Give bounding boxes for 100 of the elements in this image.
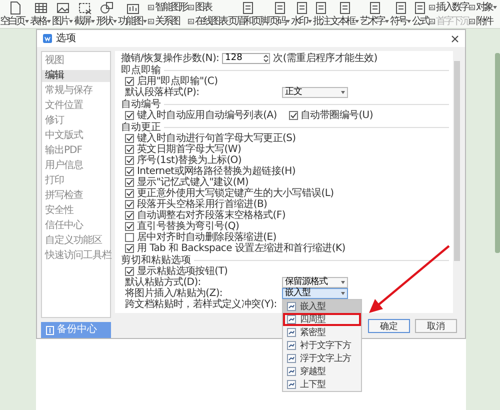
field-label: 默认段落样式(P): <box>125 87 200 98</box>
dropdown-option[interactable]: 穿越型 <box>283 365 361 378</box>
checkbox[interactable] <box>125 77 134 86</box>
wrap-layout-icon <box>287 328 296 337</box>
table-icon <box>34 1 48 15</box>
nav-item[interactable]: 安全性 <box>42 205 110 217</box>
toolbar-button[interactable]: 文本框 <box>330 0 359 28</box>
section-heading: 自动更正 <box>121 122 161 133</box>
dropdown-option[interactable]: 四周型 <box>283 313 361 326</box>
caret-icon <box>355 20 359 23</box>
dropdown-option[interactable]: 上下型 <box>283 378 361 391</box>
spin-arrows-icon[interactable] <box>263 54 270 63</box>
toolbar-button[interactable]: 功能图 <box>118 0 147 28</box>
checkbox[interactable] <box>288 111 298 120</box>
app-icon <box>43 34 52 43</box>
dropdown[interactable]: 保留源格式 <box>282 277 348 288</box>
option-label: 序号(1st)替换为上标(O) <box>137 155 242 166</box>
checkbox[interactable] <box>125 233 134 242</box>
backup-icon <box>46 326 54 334</box>
toolbar-button[interactable]: 关系图 <box>148 16 187 26</box>
nav-item[interactable]: 用户信息 <box>42 160 110 172</box>
small-chart-icon <box>148 18 154 24</box>
checkbox[interactable] <box>125 156 134 165</box>
nav-item[interactable]: 拼写检查 <box>42 190 110 202</box>
spin-field[interactable]: 128 <box>222 53 270 64</box>
dropdown[interactable]: 正文 <box>282 87 348 98</box>
option-label: 显示"记忆式键入"建议(M) <box>137 177 248 188</box>
nav-item[interactable]: 输出PDF <box>42 145 110 157</box>
dialog-button[interactable]: 确定 <box>368 319 410 333</box>
checkbox[interactable] <box>125 134 134 143</box>
toolbar-button[interactable]: 形状 <box>96 0 117 28</box>
dialog-button[interactable]: 取消 <box>415 319 457 333</box>
close-icon[interactable] <box>451 34 459 42</box>
window-title: 选项 <box>56 33 77 44</box>
wrap-layout-icon <box>287 302 296 311</box>
nav-item[interactable]: 打印 <box>42 175 110 187</box>
toolbar-button[interactable]: 在线图表 <box>188 16 227 26</box>
document-icon <box>294 1 308 15</box>
caret-icon <box>69 20 73 23</box>
nav-item[interactable]: 视图 <box>42 55 110 67</box>
option-label: 居中对齐时自动删除段落缩进(E) <box>137 232 276 243</box>
small-chart-icon <box>188 4 194 10</box>
dropdown-option[interactable]: 衬于文字下方 <box>283 339 361 352</box>
toolbar-button[interactable]: 表格 <box>30 0 51 28</box>
checkbox[interactable] <box>125 111 134 120</box>
nav-item[interactable]: 信任中心 <box>42 220 110 232</box>
chart-board-icon <box>126 1 140 15</box>
checkbox[interactable] <box>125 167 134 176</box>
nav-item[interactable]: 中文版式 <box>42 130 110 142</box>
nav-item[interactable]: 自定义功能区 <box>42 235 110 247</box>
checkbox[interactable] <box>125 222 134 231</box>
toolbar-button[interactable]: 页码 <box>269 0 290 28</box>
dropdown-option[interactable]: 嵌入型 <box>283 300 361 313</box>
toolbar-button[interactable]: 附件 <box>469 16 497 26</box>
toolbar-button[interactable]: 截屏 <box>74 0 95 28</box>
document-icon <box>338 1 352 15</box>
checkbox[interactable] <box>125 145 134 154</box>
toolbar-button[interactable]: 页眉和页脚 <box>228 0 268 28</box>
toolbar-button[interactable]: 公式 <box>412 0 428 28</box>
checkbox[interactable] <box>125 178 134 187</box>
toolbar-button[interactable]: 艺术字 <box>360 0 389 28</box>
checkbox[interactable] <box>125 200 134 209</box>
caret-icon <box>407 20 411 23</box>
document-icon <box>394 1 408 15</box>
toolbar-button[interactable]: 对象 <box>469 2 497 12</box>
option-label: 用 Tab 和 Backspace 设置左缩进和首行缩进(K) <box>137 243 346 254</box>
toolbar-button[interactable]: 图片 <box>52 0 73 28</box>
nav-item[interactable]: 编辑 <box>42 70 110 82</box>
toolbar-button[interactable]: 智能图形 <box>148 2 187 12</box>
document-icon <box>272 1 286 15</box>
section-heading: 剪切和粘贴选项 <box>121 255 191 266</box>
toolbar-button[interactable]: 批注 <box>313 0 329 28</box>
toolbar-button[interactable]: 符号 <box>390 0 411 28</box>
document-icon <box>314 1 328 15</box>
nav-item[interactable]: 文件位置 <box>42 100 110 112</box>
page-icon <box>8 1 22 15</box>
caret-icon <box>341 292 345 295</box>
checkbox[interactable] <box>125 244 134 253</box>
caret-icon <box>47 20 51 23</box>
caret-icon <box>25 20 29 23</box>
dropdown-option[interactable]: 浮于文字上方 <box>283 352 361 365</box>
toolbar-button[interactable]: 插入数字 <box>429 2 468 12</box>
option-label: 键入时自动进行句首字母大写更正(S) <box>137 133 296 144</box>
checkbox[interactable] <box>125 211 134 220</box>
caret-icon <box>143 20 147 23</box>
dropdown[interactable]: 嵌入型 <box>282 288 348 299</box>
nav-item[interactable]: 常规与保存 <box>42 85 110 97</box>
nav-item[interactable]: 快速访问工具栏 <box>42 250 110 262</box>
toolbar-button[interactable]: 图表 <box>188 2 227 12</box>
nav-item[interactable]: 修订 <box>42 115 110 127</box>
toolbar-button[interactable]: 水印 <box>291 0 312 28</box>
caret-icon <box>308 20 312 23</box>
toolbar-button[interactable]: 空白页 <box>0 0 29 28</box>
checkbox[interactable] <box>125 267 134 276</box>
dropdown-option[interactable]: 紧密型 <box>283 326 361 339</box>
small-chart-icon <box>429 18 435 24</box>
option-label: 自动调整右对齐段落末空格格式(F) <box>137 210 286 221</box>
option-label: 启用"即点即输"(C) <box>137 76 218 87</box>
small-chart-icon <box>429 4 435 10</box>
checkbox[interactable] <box>125 189 134 198</box>
